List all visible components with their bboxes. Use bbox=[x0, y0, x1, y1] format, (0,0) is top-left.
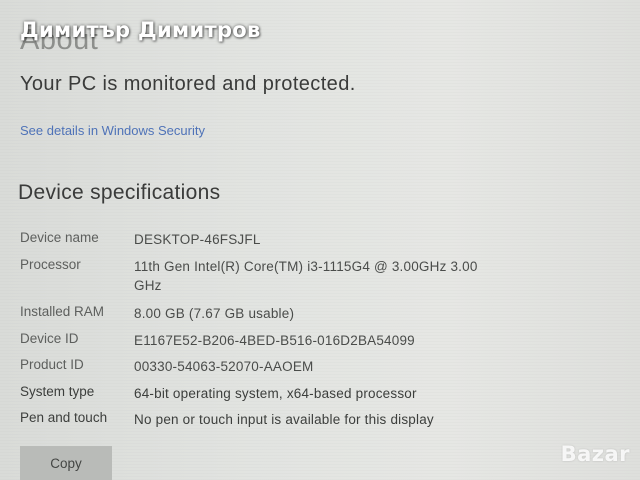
spec-value: 64-bit operating system, x64-based proce… bbox=[134, 386, 417, 401]
marketplace-watermark: Bazar bbox=[560, 442, 630, 466]
device-specifications-heading: Device specifications bbox=[18, 181, 221, 204]
spec-row-processor: Processor 11th Gen Intel(R) Core(TM) i3-… bbox=[20, 257, 504, 295]
spec-row-pen-and-touch: Pen and touch No pen or touch input is a… bbox=[20, 410, 494, 429]
spec-label: Pen and touch bbox=[20, 410, 108, 425]
spec-row-system-type: System type 64-bit operating system, x64… bbox=[20, 384, 494, 403]
spec-label: System type bbox=[20, 384, 95, 399]
spec-value: 11th Gen Intel(R) Core(TM) i3-1115G4 @ 3… bbox=[134, 259, 478, 293]
spec-value: DESKTOP-46FSJFL bbox=[134, 232, 261, 247]
spec-label: Device ID bbox=[20, 331, 79, 346]
spec-label: Installed RAM bbox=[20, 304, 105, 319]
spec-value: 8.00 GB (7.67 GB usable) bbox=[134, 306, 295, 321]
spec-row-device-name: Device name DESKTOP-46FSJFL bbox=[20, 230, 494, 249]
seller-name-overlay: Димитър Димитров bbox=[20, 18, 261, 42]
spec-value: No pen or touch input is available for t… bbox=[134, 412, 434, 427]
spec-label: Product ID bbox=[20, 357, 84, 372]
spec-row-device-id: Device ID E1167E52-B206-4BED-B516-016D2B… bbox=[20, 331, 494, 350]
spec-value: E1167E52-B206-4BED-B516-016D2BA54099 bbox=[134, 333, 415, 348]
spec-row-installed-ram: Installed RAM 8.00 GB (7.67 GB usable) bbox=[20, 304, 494, 323]
spec-label: Processor bbox=[20, 257, 81, 272]
spec-label: Device name bbox=[20, 230, 99, 245]
copy-button[interactable]: Copy bbox=[20, 446, 112, 480]
spec-row-product-id: Product ID 00330-54063-52070-AAOEM bbox=[20, 357, 494, 376]
windows-security-link[interactable]: See details in Windows Security bbox=[20, 123, 205, 138]
security-status-text: Your PC is monitored and protected. bbox=[20, 73, 356, 95]
spec-value: 00330-54063-52070-AAOEM bbox=[134, 359, 314, 374]
